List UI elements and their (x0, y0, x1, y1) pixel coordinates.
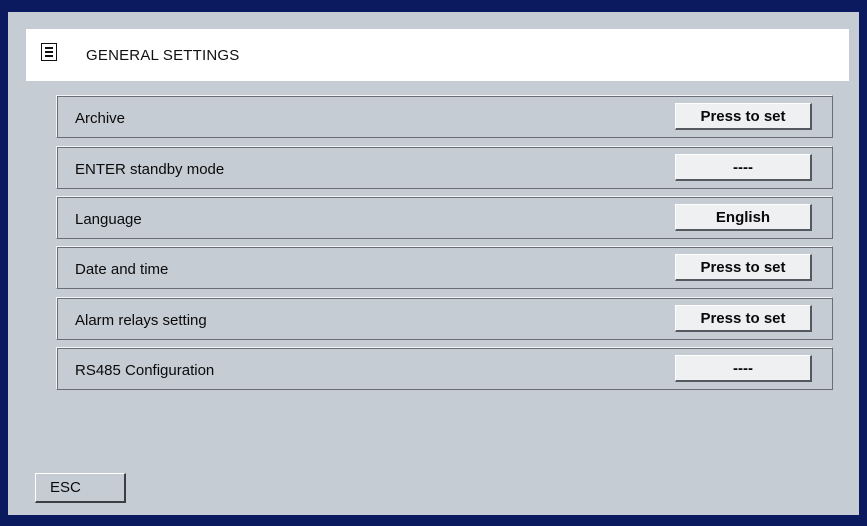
setting-row-standby-mode: ENTER standby mode ---- (56, 146, 833, 189)
setting-row-archive: Archive Press to set (56, 95, 833, 138)
rs485-config-button[interactable]: ---- (675, 355, 812, 382)
setting-label-alarm-relays: Alarm relays setting (75, 312, 207, 329)
setting-row-rs485: RS485 Configuration ---- (56, 347, 833, 390)
setting-row-language: Language English (56, 196, 833, 239)
archive-set-button[interactable]: Press to set (675, 103, 812, 130)
standby-mode-button[interactable]: ---- (675, 154, 812, 181)
setting-label-standby-mode: ENTER standby mode (75, 161, 225, 178)
list-menu-icon (41, 43, 57, 61)
setting-label-date-time: Date and time (75, 261, 169, 278)
esc-button[interactable]: ESC (35, 473, 126, 503)
language-button[interactable]: English (675, 204, 812, 231)
setting-label-archive: Archive (75, 110, 126, 127)
setting-label-language: Language (75, 211, 142, 228)
setting-row-date-time: Date and time Press to set (56, 246, 833, 289)
setting-row-alarm-relays: Alarm relays setting Press to set (56, 297, 833, 340)
alarm-relays-set-button[interactable]: Press to set (675, 305, 812, 332)
page-title: GENERAL SETTINGS (86, 47, 240, 64)
settings-header: GENERAL SETTINGS (26, 29, 849, 81)
setting-label-rs485: RS485 Configuration (75, 362, 215, 379)
date-time-set-button[interactable]: Press to set (675, 254, 812, 281)
